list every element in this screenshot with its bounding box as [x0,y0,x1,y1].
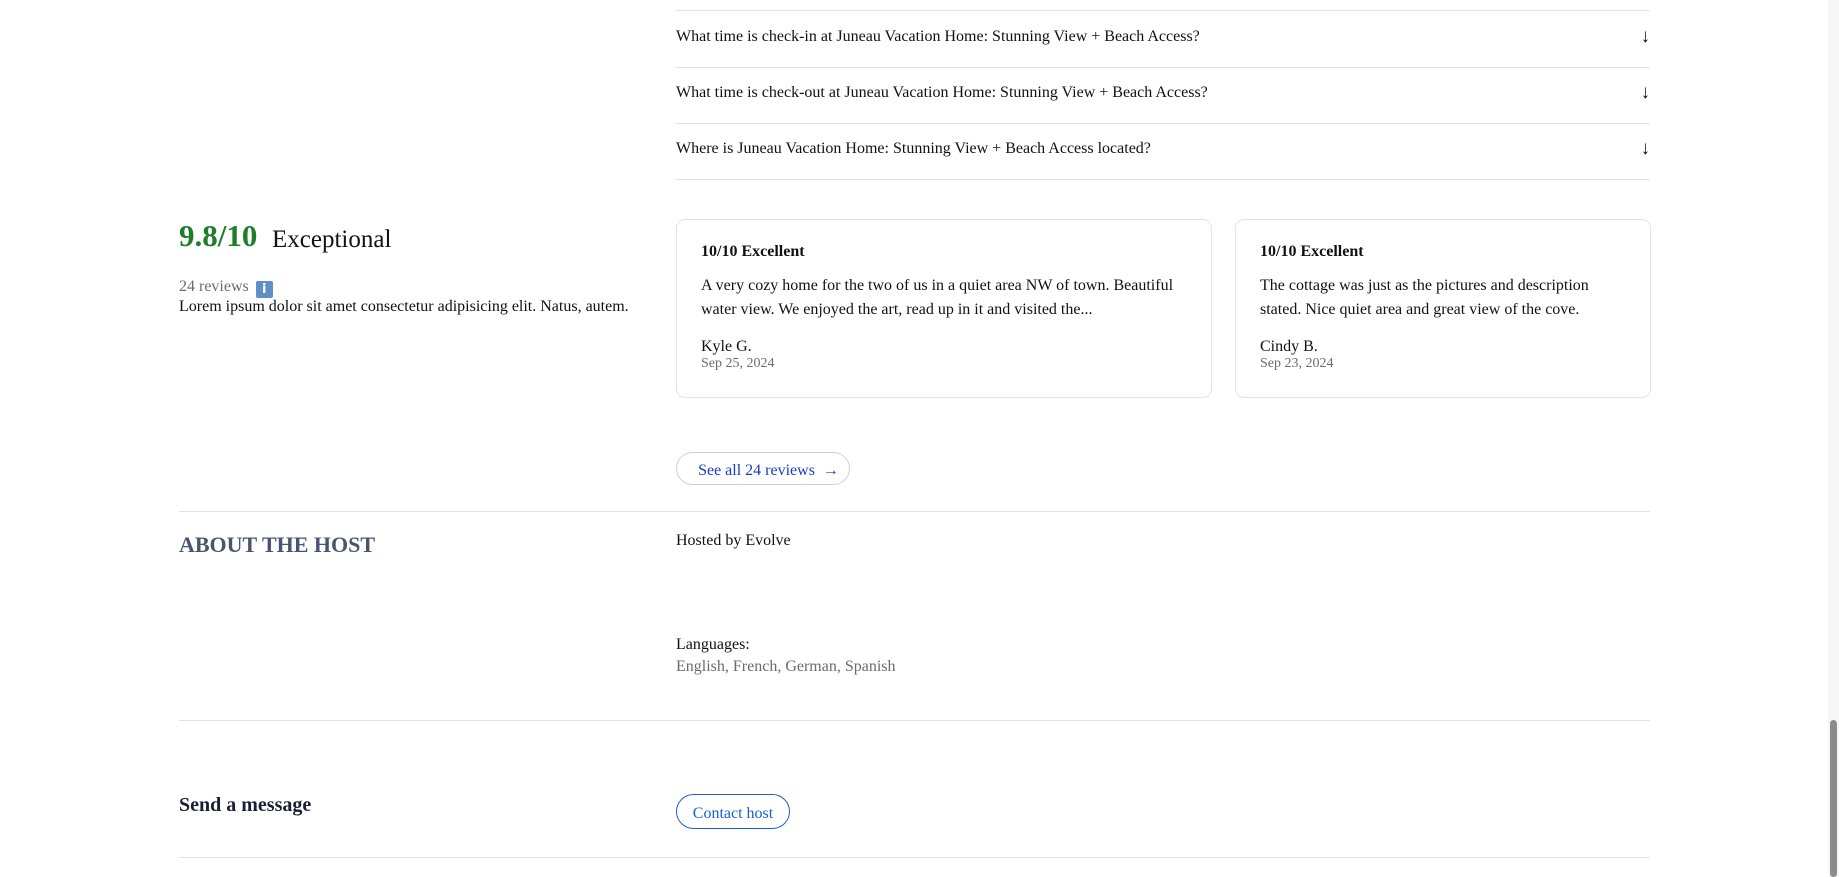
faq-item-location[interactable]: Where is Juneau Vacation Home: Stunning … [676,123,1650,180]
scrollbar-thumb[interactable] [1830,720,1837,877]
chevron-down-icon[interactable]: ↓ [1641,82,1651,104]
chevron-down-icon[interactable]: ↓ [1641,138,1651,160]
see-all-reviews-button[interactable]: See all 24 reviews → [676,452,850,485]
review-date: Sep 23, 2024 [1260,356,1334,371]
languages-label: Languages: [676,636,750,653]
info-icon[interactable]: i [255,281,273,298]
see-all-label: See all 24 reviews [698,462,815,479]
rating-score: 9.8/10 [179,218,258,253]
vertical-scrollbar[interactable] [1828,0,1839,877]
faq-item-checkout[interactable]: What time is check-out at Juneau Vacatio… [676,67,1650,124]
section-divider [179,857,1650,858]
review-count: 24 reviews i [179,278,273,298]
review-card[interactable]: 10/10 Excellent The cottage was just as … [1235,219,1651,398]
arrow-right-icon: → [822,462,839,479]
review-body: The cottage was just as the pictures and… [1260,277,1589,318]
about-host-heading: ABOUT THE HOST [179,532,376,557]
review-card[interactable]: 10/10 Excellent A very cozy home for the… [676,219,1212,398]
chevron-down-icon[interactable]: ↓ [1641,26,1651,48]
faq-item-checkin[interactable]: What time is check-in at Juneau Vacation… [676,11,1650,68]
review-author: Kyle G. [701,338,752,355]
languages-value: English, French, German, Spanish [676,658,896,675]
section-divider [179,511,1650,512]
review-body: A very cozy home for the two of us in a … [701,277,1174,318]
faq-question[interactable]: Where is Juneau Vacation Home: Stunning … [676,140,1151,158]
review-count-text: 24 reviews [179,278,249,295]
review-date: Sep 25, 2024 [701,356,775,371]
contact-host-button[interactable]: Contact host [676,794,790,829]
rating-summary: Lorem ipsum dolor sit amet consectetur a… [179,298,629,315]
faq-question[interactable]: What time is check-in at Juneau Vacation… [676,28,1200,46]
send-message-heading: Send a message [179,794,312,816]
review-title: 10/10 Excellent [701,243,805,260]
hosted-by: Hosted by Evolve [676,532,791,549]
section-divider [179,720,1650,721]
review-title: 10/10 Excellent [1260,243,1364,260]
rating-label: Exceptional [272,226,392,253]
review-author: Cindy B. [1260,338,1318,355]
faq-question[interactable]: What time is check-out at Juneau Vacatio… [676,84,1208,102]
